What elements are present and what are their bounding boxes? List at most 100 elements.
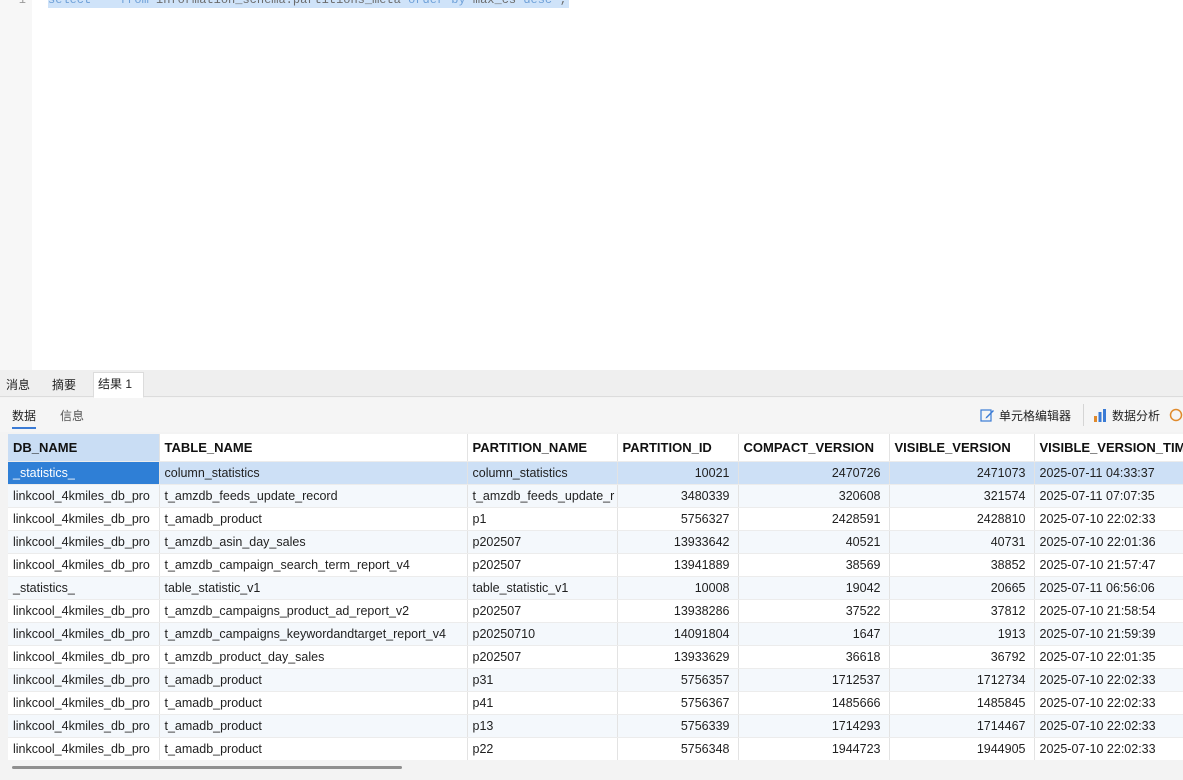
subtab-info[interactable]: 信息 xyxy=(60,407,84,424)
table-cell[interactable]: 19042 xyxy=(738,576,890,600)
table-cell[interactable]: linkcool_4kmiles_db_pro xyxy=(8,530,160,554)
table-cell[interactable]: linkcool_4kmiles_db_pro xyxy=(8,691,160,715)
table-cell[interactable]: 13941889 xyxy=(617,553,739,577)
table-cell[interactable]: 1944905 xyxy=(889,737,1035,760)
table-cell[interactable]: 2025-07-10 22:02:33 xyxy=(1034,691,1183,715)
table-row[interactable]: _statistics_ table_statistic_v1 table_stat… xyxy=(8,576,1183,600)
table-row[interactable]: linkcool_4kmiles_db_pro t_amzdb_campaigns… xyxy=(8,599,1183,623)
data-analysis-button[interactable]: 数据分析 xyxy=(1092,406,1160,424)
column-header-partition-id[interactable]: PARTITION_ID xyxy=(617,434,739,462)
table-cell[interactable]: 1647 xyxy=(738,622,890,646)
column-header-visible-version[interactable]: VISIBLE_VERSION xyxy=(889,434,1035,462)
table-cell[interactable]: p1 xyxy=(467,507,618,531)
table-cell[interactable]: table_statistic_v1 xyxy=(467,576,618,600)
table-cell[interactable]: column_statistics xyxy=(159,461,468,485)
table-cell[interactable]: linkcool_4kmiles_db_pro xyxy=(8,599,160,623)
table-cell[interactable]: t_amadb_product xyxy=(159,737,468,760)
table-cell[interactable]: 1714467 xyxy=(889,714,1035,738)
table-cell[interactable]: 1714293 xyxy=(738,714,890,738)
table-cell[interactable]: p22 xyxy=(467,737,618,760)
table-cell[interactable]: 3480339 xyxy=(617,484,739,508)
table-row[interactable]: _statistics_ column_statistics column_stat… xyxy=(8,461,1183,485)
table-cell[interactable]: t_amzdb_asin_day_sales xyxy=(159,530,468,554)
table-cell[interactable]: linkcool_4kmiles_db_pro xyxy=(8,668,160,692)
tab-messages[interactable]: 消息 xyxy=(2,374,34,397)
table-cell[interactable]: 2428591 xyxy=(738,507,890,531)
table-cell[interactable]: p13 xyxy=(467,714,618,738)
table-row[interactable]: linkcool_4kmiles_db_pro t_amzdb_product_d… xyxy=(8,645,1183,669)
table-cell[interactable]: 1944723 xyxy=(738,737,890,760)
table-cell[interactable]: 5756339 xyxy=(617,714,739,738)
table-cell[interactable]: 1913 xyxy=(889,622,1035,646)
table-row[interactable]: linkcool_4kmiles_db_pro t_amadb_product p1… xyxy=(8,714,1183,738)
table-cell[interactable]: 10008 xyxy=(617,576,739,600)
table-cell[interactable]: 13933629 xyxy=(617,645,739,669)
subtab-data[interactable]: 数据 xyxy=(12,407,37,429)
table-cell[interactable]: 13938286 xyxy=(617,599,739,623)
cell-editor-button[interactable]: 单元格编辑器 xyxy=(979,406,1071,424)
sql-code-line[interactable]: select * from information_schema.partiti… xyxy=(48,0,569,8)
sql-editor[interactable]: 1 select * from information_schema.parti… xyxy=(0,0,1183,370)
table-cell[interactable]: 2025-07-11 04:33:37 xyxy=(1034,461,1183,485)
table-cell[interactable]: p202507 xyxy=(467,645,618,669)
table-cell[interactable]: 37522 xyxy=(738,599,890,623)
table-cell[interactable]: 2025-07-11 06:56:06 xyxy=(1034,576,1183,600)
table-cell[interactable]: t_amadb_product xyxy=(159,691,468,715)
table-cell[interactable]: t_amzdb_campaigns_product_ad_report_v2 xyxy=(159,599,468,623)
table-cell[interactable]: 1485845 xyxy=(889,691,1035,715)
table-cell[interactable]: 2025-07-10 22:02:33 xyxy=(1034,714,1183,738)
table-cell[interactable]: 2025-07-11 07:07:35 xyxy=(1034,484,1183,508)
column-header-db-name[interactable]: DB_NAME xyxy=(8,434,160,462)
table-cell[interactable]: 2025-07-10 22:01:36 xyxy=(1034,530,1183,554)
column-header-visible-version-time[interactable]: VISIBLE_VERSION_TIME xyxy=(1034,434,1183,462)
more-tools-button[interactable] xyxy=(1168,406,1183,424)
table-cell[interactable]: column_statistics xyxy=(467,461,618,485)
table-cell[interactable]: 36792 xyxy=(889,645,1035,669)
table-cell[interactable]: _statistics_ xyxy=(8,576,160,600)
table-row[interactable]: linkcool_4kmiles_db_pro t_amzdb_campaign_… xyxy=(8,553,1183,577)
table-cell[interactable]: 36618 xyxy=(738,645,890,669)
table-row[interactable]: linkcool_4kmiles_db_pro t_amzdb_campaigns… xyxy=(8,622,1183,646)
table-cell[interactable]: 40731 xyxy=(889,530,1035,554)
table-cell[interactable]: linkcool_4kmiles_db_pro xyxy=(8,484,160,508)
table-cell[interactable]: _statistics_ xyxy=(8,461,160,485)
table-row[interactable]: linkcool_4kmiles_db_pro t_amadb_product p4… xyxy=(8,691,1183,715)
table-cell[interactable]: t_amadb_product xyxy=(159,507,468,531)
table-cell[interactable]: p41 xyxy=(467,691,618,715)
table-cell[interactable]: 2025-07-10 21:57:47 xyxy=(1034,553,1183,577)
table-cell[interactable]: 2025-07-10 21:58:54 xyxy=(1034,599,1183,623)
table-cell[interactable]: 2025-07-10 22:02:33 xyxy=(1034,668,1183,692)
tab-summary[interactable]: 摘要 xyxy=(48,374,80,397)
table-cell[interactable]: t_amzdb_campaign_search_term_report_v4 xyxy=(159,553,468,577)
table-cell[interactable]: t_amzdb_campaigns_keywordandtarget_repor… xyxy=(159,622,468,646)
tab-result-1[interactable]: 结果 1 xyxy=(93,372,144,398)
table-cell[interactable]: 1712734 xyxy=(889,668,1035,692)
column-header-partition-name[interactable]: PARTITION_NAME xyxy=(467,434,618,462)
table-cell[interactable]: 13933642 xyxy=(617,530,739,554)
table-cell[interactable]: 5756367 xyxy=(617,691,739,715)
table-cell[interactable]: p202507 xyxy=(467,530,618,554)
table-cell[interactable]: linkcool_4kmiles_db_pro xyxy=(8,714,160,738)
result-grid[interactable]: DB_NAME TABLE_NAME PARTITION_NAME PARTITION… xyxy=(8,434,1183,760)
table-cell[interactable]: linkcool_4kmiles_db_pro xyxy=(8,622,160,646)
table-cell[interactable]: 2428810 xyxy=(889,507,1035,531)
table-cell[interactable]: p20250710 xyxy=(467,622,618,646)
table-cell[interactable]: 2025-07-10 22:01:35 xyxy=(1034,645,1183,669)
table-cell[interactable]: linkcool_4kmiles_db_pro xyxy=(8,645,160,669)
table-cell[interactable]: t_amzdb_feeds_update_r xyxy=(467,484,618,508)
table-cell[interactable]: 2025-07-10 21:59:39 xyxy=(1034,622,1183,646)
table-row[interactable]: linkcool_4kmiles_db_pro t_amadb_product p2… xyxy=(8,737,1183,760)
table-cell[interactable]: t_amadb_product xyxy=(159,668,468,692)
table-cell[interactable]: 5756348 xyxy=(617,737,739,760)
table-cell[interactable]: t_amzdb_feeds_update_record xyxy=(159,484,468,508)
table-cell[interactable]: linkcool_4kmiles_db_pro xyxy=(8,553,160,577)
table-row[interactable]: linkcool_4kmiles_db_pro t_amzdb_feeds_upd… xyxy=(8,484,1183,508)
table-cell[interactable]: 320608 xyxy=(738,484,890,508)
table-cell[interactable]: table_statistic_v1 xyxy=(159,576,468,600)
table-cell[interactable]: 20665 xyxy=(889,576,1035,600)
column-header-compact-version[interactable]: COMPACT_VERSION xyxy=(738,434,890,462)
table-cell[interactable]: 5756357 xyxy=(617,668,739,692)
table-row[interactable]: linkcool_4kmiles_db_pro t_amzdb_asin_day_… xyxy=(8,530,1183,554)
table-cell[interactable]: 321574 xyxy=(889,484,1035,508)
table-cell[interactable]: 10021 xyxy=(617,461,739,485)
